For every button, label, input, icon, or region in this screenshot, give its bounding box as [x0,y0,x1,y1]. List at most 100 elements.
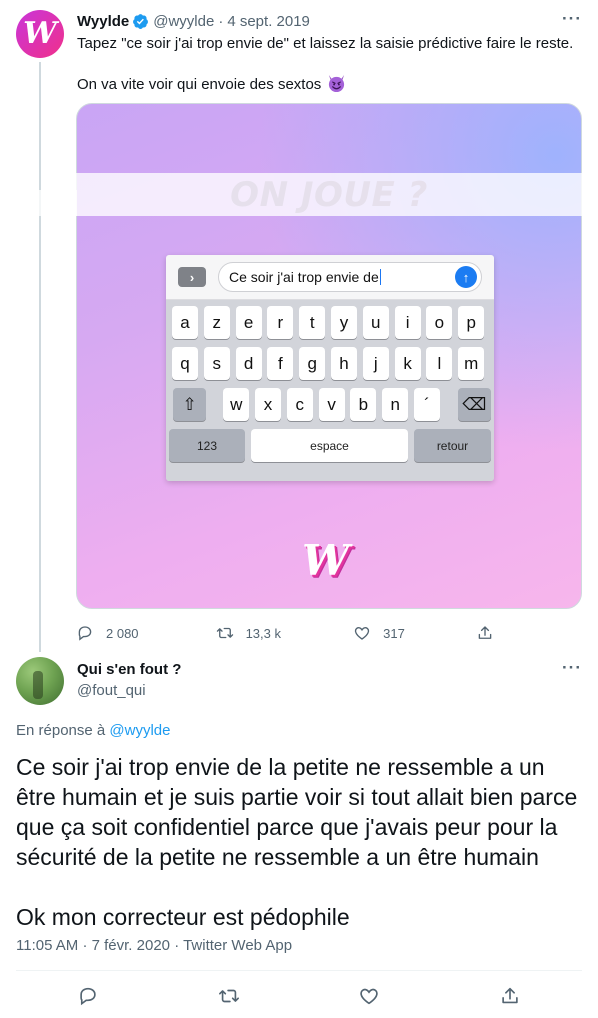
chevron-right-icon: › [178,267,206,287]
keyboard-key: q [172,347,198,380]
brand-logo: W [302,536,350,585]
tweet-actions [0,985,598,1009]
message-input-bar: › Ce soir j'ai trop envie de ↑ [166,255,494,300]
replying-to-link[interactable]: @wyylde [109,722,170,739]
keyboard-key: y [330,306,357,339]
retweet-icon [216,627,233,639]
author-name[interactable]: Qui s'en fout ? [77,661,181,678]
share-icon [478,626,492,639]
keyboard-key: ´ [413,388,440,421]
more-options-icon[interactable]: ··· [562,658,582,678]
key-return: retour [414,429,491,462]
shift-key-icon: ⇧ [173,388,207,421]
tweet-meta: 11:05 AM · 7 févr. 2020 · Twitter Web Ap… [16,937,292,954]
separator-dot: · [82,937,88,954]
tweet-text-paragraph: Ok mon correcteur est pédophile [16,904,350,930]
tweet-header: Wyylde @wyylde · 4 sept. 2019 ··· [77,9,582,31]
heart-icon [360,988,378,1005]
avatar-figure [33,671,43,699]
message-input-text: Ce soir j'ai trop envie de [229,269,379,285]
keyboard-row: azertyuiop [169,306,491,339]
avatar[interactable]: W [16,10,64,58]
like-button[interactable] [358,985,380,1007]
keyboard-key: h [330,347,357,380]
keyboard-key: d [235,347,262,380]
retweet-count: 13,3 k [245,625,281,641]
author-handle[interactable]: @fout_qui [77,682,146,699]
retweet-button[interactable] [218,985,240,1007]
tweet-actions: 2 080 13,3 k 317 [76,622,506,644]
divider [16,970,582,971]
separator-dot: · [218,12,224,30]
text-caret [379,269,382,285]
keyboard-key: r [267,306,294,339]
key-space: espace [251,429,408,462]
banner-text: ON JOUE ? [230,174,428,215]
thread-connector-line [39,62,41,652]
like-count: 317 [383,625,405,641]
tweet-text: Tapez "ce soir j'ai trop envie de" et la… [77,34,582,95]
reply-button[interactable] [77,985,99,1007]
smiling-devil-emoji-icon [329,74,345,93]
avatar[interactable] [16,657,64,705]
tweet-date[interactable]: 4 sept. 2019 [227,13,310,30]
author-name[interactable]: Wyylde [77,13,129,30]
reply-button[interactable]: 2 080 [76,624,216,642]
keyboard-key: i [394,306,421,339]
reply-count: 2 080 [106,625,139,641]
keyboard-key: n [382,388,409,421]
like-button[interactable]: 317 [353,624,476,642]
avatar-letter: W [23,15,57,51]
keyboard-row: 123 espace retour [169,429,491,462]
keyboard-key: c [286,388,313,421]
keyboard-key: m [458,347,485,380]
tweet-date[interactable]: 7 févr. 2020 [92,937,170,954]
tweet-text-paragraph: Ce soir j'ai trop envie de la petite ne … [16,754,578,870]
replying-prefix: En réponse à [16,722,106,739]
verified-badge-icon [133,13,149,29]
keyboard-key: s [203,347,230,380]
keyboard-key: g [299,347,326,380]
more-options-icon[interactable]: ··· [562,9,582,29]
keyboard-key: x [255,388,281,421]
media-banner: ON JOUE ? [76,173,582,216]
reply-icon [78,626,92,641]
tweet-time[interactable]: 11:05 AM [16,937,78,954]
keyboard-key: b [350,388,377,421]
keyboard-key: a [172,306,198,339]
tweet-text-line: On va vite voir qui envoie des sextos [77,76,322,93]
replying-to: En réponse à @wyylde [16,722,170,739]
keyboard-key: j [362,347,389,380]
keyboard-key: o [426,306,453,339]
keyboard-key: w [223,388,250,421]
keyboard-key: f [267,347,294,380]
retweet-icon [219,989,239,1003]
retweet-button[interactable]: 13,3 k [216,624,354,642]
tweet-source[interactable]: Twitter Web App [183,937,292,954]
delete-key-icon: ⌫ [457,388,491,421]
tweet-text-line-emoji: On va vite voir qui envoie des sextos [77,74,582,95]
share-button[interactable] [499,985,521,1007]
keyboard-key: p [458,306,485,339]
reply-icon [80,987,96,1006]
separator-dot: · [174,937,180,954]
send-arrow-icon: ↑ [455,266,477,288]
keyboard-key: z [203,306,230,339]
keyboard-key: l [426,347,453,380]
keyboard-key: u [362,306,389,339]
media-banner-overflow [10,190,77,216]
keyboard-illustration: › Ce soir j'ai trop envie de ↑ azertyuio… [166,255,494,481]
key-123: 123 [169,429,245,462]
share-button[interactable] [476,624,506,642]
keyboard-row: ⇧ w x c v b n ´ ⌫ [169,388,491,421]
keyboard-row: qsdfghjklm [169,347,491,380]
heart-icon [355,627,370,640]
keyboard-keys: azertyuiop qsdfghjklm ⇧ w x c v b n ´ ⌫ 123 es… [166,300,494,481]
share-icon [502,987,518,1004]
author-handle[interactable]: @wyylde [153,13,214,30]
tweet-text-line: Tapez "ce soir j'ai trop envie de" et la… [77,35,574,52]
keyboard-key: k [394,347,421,380]
message-input: Ce soir j'ai trop envie de ↑ [218,262,482,292]
keyboard-key: e [235,306,262,339]
tweet-text: Ce soir j'ai trop envie de la petite ne … [16,752,582,932]
